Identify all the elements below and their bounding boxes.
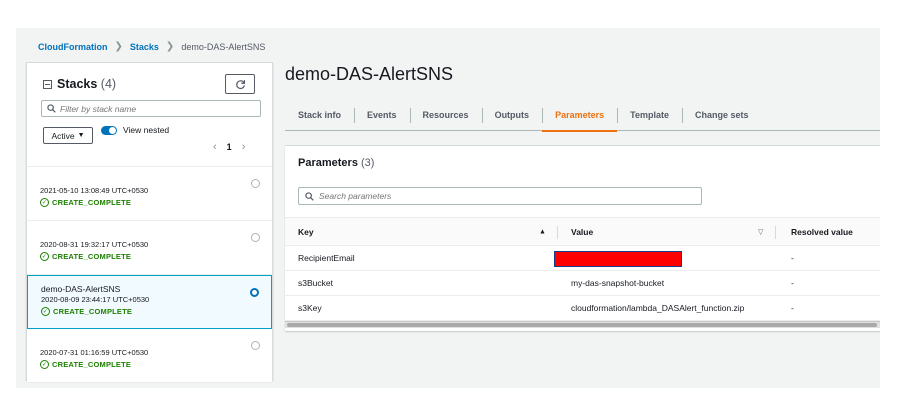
breadcrumb-cloudformation-link[interactable]: CloudFormation — [38, 42, 108, 52]
column-divider — [775, 226, 776, 239]
page-title: demo-DAS-AlertSNS — [285, 64, 454, 84]
column-header-value[interactable]: Value — [571, 227, 593, 237]
parameter-value: cloudformation/lambda_DASAlert_function.… — [571, 303, 745, 313]
stack-created-date: 2021-05-10 13:08:49 UTC+0530 — [40, 186, 149, 195]
breadcrumb-current: demo-DAS-AlertSNS — [181, 41, 266, 52]
check-circle-icon: ✓ — [40, 360, 49, 369]
current-page-number[interactable]: 1 — [227, 142, 232, 152]
sort-ascending-icon[interactable]: ▲ — [539, 228, 546, 235]
parameter-key: RecipientEmail — [298, 253, 355, 263]
stack-list: 2021-05-10 13:08:49 UTC+0530 ✓ CREATE_CO… — [27, 167, 272, 383]
breadcrumb: CloudFormation ❯ Stacks ❯ demo-DAS-Alert… — [38, 41, 265, 52]
search-icon — [47, 104, 56, 113]
stack-status: ✓ CREATE_COMPLETE — [40, 252, 131, 261]
stack-list-item-selected[interactable]: demo-DAS-AlertSNS 2020-08-09 23:44:17 UT… — [27, 275, 272, 329]
tab-resources[interactable]: Resources — [409, 100, 482, 131]
stacks-title-label: Stacks — [57, 77, 98, 91]
table-header-row: Key ▲ Value ▽ Resolved value — [285, 217, 880, 246]
stack-created-date: 2020-08-31 19:32:17 UTC+0530 — [40, 240, 149, 249]
parameters-search-field[interactable] — [298, 187, 702, 205]
sort-descending-icon[interactable]: ▽ — [758, 228, 763, 236]
column-header-key[interactable]: Key — [298, 227, 314, 237]
search-icon — [305, 191, 314, 201]
table-row: s3Bucket my-das-snapshot-bucket - — [285, 271, 880, 296]
stack-detail-tabs: Stack info Events Resources Outputs Para… — [285, 100, 880, 132]
breadcrumb-stacks-link[interactable]: Stacks — [130, 42, 159, 52]
parameters-title: Parameters (3) — [298, 157, 374, 169]
stack-status-text: CREATE_COMPLETE — [52, 198, 132, 207]
tab-stack-info[interactable]: Stack info — [285, 100, 354, 131]
chevron-right-icon[interactable]: › — [242, 141, 246, 153]
parameter-value: my-das-snapshot-bucket — [571, 278, 665, 288]
stack-status-select[interactable]: Active ▼ — [43, 127, 93, 144]
view-nested-label: View nested — [123, 125, 170, 135]
stack-status-text: CREATE_COMPLETE — [53, 307, 133, 316]
parameter-key: s3Key — [298, 303, 322, 313]
parameters-count: (3) — [361, 157, 375, 169]
stack-status-text: CREATE_COMPLETE — [52, 360, 132, 369]
stack-list-item[interactable]: 2020-08-31 19:32:17 UTC+0530 ✓ CREATE_CO… — [27, 221, 272, 275]
parameter-resolved-value: - — [791, 253, 794, 263]
refresh-button[interactable] — [225, 74, 255, 94]
parameters-search-input[interactable] — [319, 191, 689, 201]
stack-status: ✓ CREATE_COMPLETE — [40, 198, 131, 207]
parameter-resolved-value: - — [791, 278, 794, 288]
stacks-pagination: ‹ 1 › — [213, 141, 245, 153]
caret-down-icon: ▼ — [77, 132, 85, 139]
check-circle-icon: ✓ — [40, 252, 49, 261]
stacks-count: (4) — [100, 77, 117, 91]
stack-status: ✓ CREATE_COMPLETE — [41, 307, 132, 316]
stack-name: demo-DAS-AlertSNS — [41, 284, 121, 294]
tab-outputs[interactable]: Outputs — [481, 100, 543, 131]
stack-filter-field[interactable] — [41, 100, 261, 117]
parameters-title-label: Parameters — [298, 157, 358, 169]
column-header-resolved-value[interactable]: Resolved value — [791, 227, 853, 237]
stacks-panel: Stacks (4) Active ▼ View — [26, 62, 273, 383]
tab-template[interactable]: Template — [617, 100, 682, 131]
parameters-panel: Parameters (3) Key ▲ Value ▽ Resolved va… — [285, 145, 880, 331]
stacks-panel-header: Stacks (4) Active ▼ View — [27, 63, 272, 167]
check-circle-icon: ✓ — [41, 307, 50, 316]
redacted-value-box — [554, 251, 682, 267]
console-canvas: CloudFormation ❯ Stacks ❯ demo-DAS-Alert… — [16, 28, 880, 388]
stack-list-item[interactable]: 2020-07-31 01:16:59 UTC+0530 ✓ CREATE_CO… — [27, 329, 272, 383]
chevron-left-icon[interactable]: ‹ — [213, 141, 217, 153]
chevron-right-icon: ❯ — [114, 41, 123, 52]
parameter-key: s3Bucket — [298, 278, 333, 288]
stack-list-item[interactable]: 2021-05-10 13:08:49 UTC+0530 ✓ CREATE_CO… — [27, 167, 272, 221]
chevron-right-icon: ❯ — [165, 41, 175, 52]
stack-select-radio[interactable] — [251, 179, 260, 188]
stack-select-radio[interactable] — [251, 233, 260, 242]
refresh-icon — [235, 79, 245, 89]
tab-parameters[interactable]: Parameters — [542, 100, 618, 132]
parameters-table: Key ▲ Value ▽ Resolved value RecipientEm… — [285, 217, 880, 321]
view-nested-toggle[interactable] — [101, 126, 117, 135]
stack-status-select-value: Active — [51, 130, 75, 141]
horizontal-scrollbar[interactable] — [285, 321, 880, 328]
stack-select-radio[interactable] — [250, 288, 259, 297]
tab-change-sets[interactable]: Change sets — [681, 100, 762, 131]
stack-created-date: 2020-08-09 23:44:17 UTC+0530 — [41, 295, 150, 304]
stack-created-date: 2020-07-31 01:16:59 UTC+0530 — [40, 348, 149, 357]
stack-status-text: CREATE_COMPLETE — [52, 252, 132, 261]
check-circle-icon: ✓ — [40, 198, 49, 207]
column-divider — [557, 226, 558, 239]
stack-status: ✓ CREATE_COMPLETE — [40, 360, 131, 369]
table-row: RecipientEmail - — [285, 246, 880, 271]
collapse-icon[interactable] — [43, 80, 52, 89]
stacks-title: Stacks (4) — [57, 77, 116, 91]
table-row: s3Key cloudformation/lambda_DASAlert_fun… — [285, 296, 880, 321]
parameter-resolved-value: - — [791, 303, 794, 313]
stack-filter-input[interactable] — [60, 103, 250, 114]
stack-select-radio[interactable] — [251, 341, 260, 350]
tab-events[interactable]: Events — [354, 100, 410, 131]
